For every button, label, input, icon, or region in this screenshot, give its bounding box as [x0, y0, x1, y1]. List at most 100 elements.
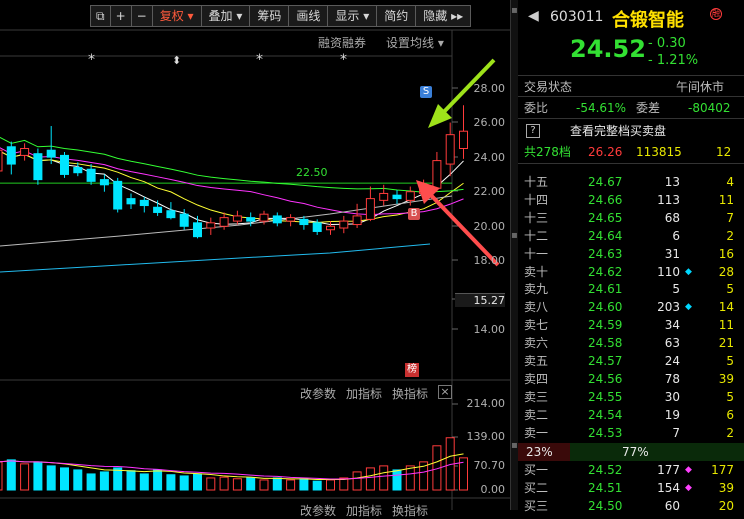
- ask-level-row[interactable]: 十五 24.67 13 4: [518, 173, 744, 191]
- buy-signal-badge[interactable]: B: [408, 208, 420, 220]
- level-count: 7: [726, 210, 734, 225]
- price-tick: 18.00: [473, 254, 506, 267]
- ask-level-row[interactable]: 十三 24.65 68 7: [518, 209, 744, 227]
- volume-bar: [166, 474, 176, 491]
- volume-tick: 0.00: [480, 483, 506, 496]
- level-vol: 19: [664, 407, 680, 422]
- level-vol: 6: [672, 228, 680, 243]
- volume-bar: [259, 479, 269, 491]
- margin-badge-icon: 融: [710, 8, 722, 20]
- top-price: 26.26: [588, 145, 623, 159]
- levels-summary-row: 共278档 26.26 113815 12: [518, 143, 744, 161]
- switch-indicator-link-2[interactable]: 换指标: [392, 502, 428, 519]
- ask-level-row[interactable]: 卖二 24.54 19 6: [518, 406, 744, 424]
- candle-up: [286, 217, 296, 222]
- sell-signal-badge[interactable]: S: [420, 86, 432, 98]
- add-indicator-link[interactable]: 加指标: [346, 385, 382, 402]
- level-count: 14: [718, 300, 734, 315]
- bid-level-row[interactable]: 买二 24.51 154 39 ◆: [518, 479, 744, 497]
- display-button[interactable]: 显示 ▾: [327, 5, 378, 27]
- ask-level-row[interactable]: 卖三 24.55 30 5: [518, 388, 744, 406]
- buy-sell-ratio-bar: 23% 77%: [518, 443, 744, 461]
- volume-bar: [193, 473, 202, 491]
- volume-bar: [352, 471, 362, 491]
- level-label: 卖四: [524, 371, 549, 386]
- candle-down: [166, 210, 176, 219]
- candle-down: [86, 168, 96, 182]
- level-label: 十一: [524, 246, 549, 261]
- big-order-dot-icon: ◆: [685, 266, 692, 277]
- level-price: 24.67: [588, 175, 623, 189]
- level-count: 5: [726, 282, 734, 297]
- trade-status-value: 午间休市: [676, 80, 725, 94]
- star-marker: *: [256, 52, 263, 68]
- level-count: 2: [726, 228, 734, 243]
- simple-button[interactable]: 简约: [376, 5, 417, 27]
- volume-bar: [179, 475, 189, 491]
- ask-level-row[interactable]: 卖六 24.58 63 21: [518, 334, 744, 352]
- edit-params-link[interactable]: 改参数: [300, 385, 336, 402]
- candle-up: [232, 215, 242, 222]
- ask-level-row[interactable]: 卖八 24.60 203 14 ◆: [518, 298, 744, 316]
- ma10-line: [0, 150, 464, 223]
- overlay-button[interactable]: 叠加 ▾: [200, 5, 251, 27]
- fuquan-button[interactable]: 复权 ▾: [151, 5, 202, 27]
- zoom-out-button[interactable]: −: [130, 5, 153, 27]
- volume-bar: [20, 463, 30, 491]
- ask-level-row[interactable]: 卖一 24.53 7 2: [518, 424, 744, 442]
- price-change: - 0.30: [648, 36, 686, 51]
- hide-button[interactable]: 隐藏 ▸▸: [415, 5, 472, 27]
- bid-level-row[interactable]: 买三 24.50 60 20: [518, 497, 744, 515]
- volume-bar: [60, 467, 69, 491]
- level-vol: 13: [664, 175, 680, 189]
- draw-line-button[interactable]: 画线: [288, 5, 329, 27]
- ask-level-row[interactable]: 卖九 24.61 5 5: [518, 280, 744, 298]
- kline-chart-area[interactable]: ⧉ + − 复权 ▾ 叠加 ▾ 筹码 画线 显示 ▾ 简约 隐藏 ▸▸ 融资融券 设置均线 ▾ 2…: [0, 0, 510, 518]
- ranking-badge[interactable]: 榜: [405, 363, 419, 377]
- stock-name: 合锻智能: [612, 10, 684, 31]
- trade-status-row: 交易状态 午间休市: [518, 78, 744, 96]
- window-icon-button[interactable]: ⧉: [90, 5, 111, 27]
- prev-stock-icon[interactable]: ◀: [528, 8, 539, 24]
- level-price: 24.60: [588, 300, 623, 315]
- candle-up: [379, 192, 389, 201]
- margin-trading-link[interactable]: 融资融券: [318, 34, 366, 51]
- level-count: 5: [726, 354, 734, 368]
- level-label: 买一: [524, 463, 549, 477]
- ask-level-row[interactable]: 十一 24.63 31 16: [518, 245, 744, 263]
- volume-bar: [392, 469, 402, 491]
- volume-bar: [99, 471, 109, 491]
- ask-level-row[interactable]: 卖十 24.62 110 28 ◆: [518, 263, 744, 281]
- volume-bar: [246, 477, 256, 491]
- kline-chart[interactable]: [0, 0, 510, 510]
- ask-level-row[interactable]: 十四 24.66 113 11: [518, 191, 744, 209]
- level-count: 5: [726, 389, 734, 404]
- volume-bar: [46, 465, 56, 491]
- ask-level-row[interactable]: 卖四 24.56 78 39: [518, 370, 744, 388]
- ask-level-row[interactable]: 卖五 24.57 24 5: [518, 352, 744, 370]
- candle-down: [60, 154, 69, 175]
- edit-params-link-2[interactable]: 改参数: [300, 502, 336, 519]
- divider: [518, 75, 744, 76]
- level-count: 4: [726, 175, 734, 189]
- add-indicator-link-2[interactable]: 加指标: [346, 502, 382, 519]
- switch-indicator-link[interactable]: 换指标: [392, 385, 428, 402]
- bid-level-row[interactable]: 买一 24.52 177 177 ◆: [518, 461, 744, 479]
- volume-bar: [232, 478, 242, 491]
- ask-level-row[interactable]: 卖七 24.59 34 11: [518, 316, 744, 334]
- close-indicator-icon[interactable]: ×: [438, 385, 452, 399]
- ask-level-row[interactable]: 十二 24.64 6 2: [518, 227, 744, 245]
- volume-tick: 70.70: [473, 459, 506, 472]
- candle-up: [352, 215, 362, 226]
- top-volume: 113815: [636, 145, 682, 159]
- candle-up: [339, 220, 349, 229]
- chips-button[interactable]: 筹码: [249, 5, 290, 27]
- full-book-link[interactable]: 查看完整档买卖盘: [570, 122, 666, 140]
- help-icon[interactable]: ?: [526, 124, 540, 138]
- set-ma-dropdown[interactable]: 设置均线 ▾: [386, 34, 444, 51]
- candle-down: [46, 149, 56, 158]
- volume-bar: [365, 467, 375, 491]
- full-book-row[interactable]: ? 查看完整档买卖盘: [518, 122, 744, 140]
- candle-down: [73, 167, 83, 174]
- zoom-in-button[interactable]: +: [109, 5, 132, 27]
